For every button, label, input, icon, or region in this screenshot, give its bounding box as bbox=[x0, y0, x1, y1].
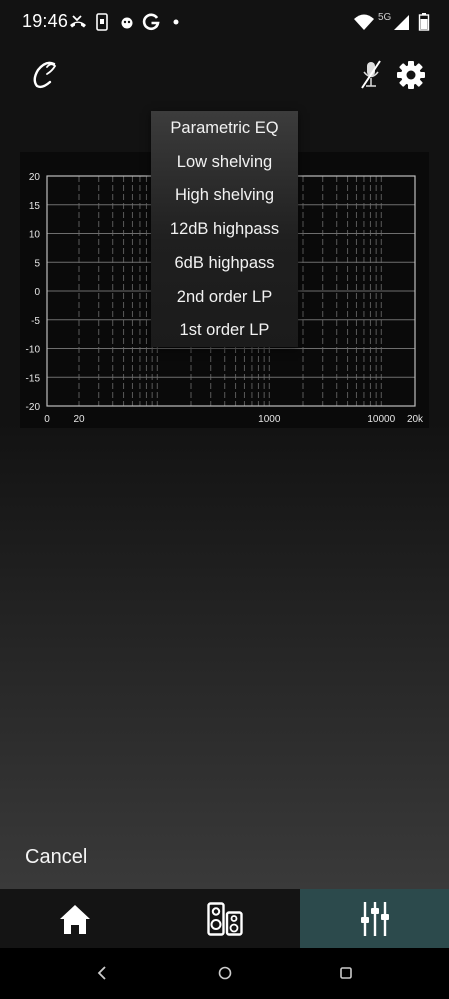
background-gradient bbox=[0, 420, 449, 890]
speakers-icon bbox=[207, 902, 243, 936]
y-tick-label: 0 bbox=[34, 287, 40, 298]
home-circle-icon[interactable] bbox=[216, 964, 234, 982]
dropdown-item-high-shelving[interactable]: High shelving bbox=[151, 178, 298, 212]
x-tick-label: 10000 bbox=[367, 414, 395, 425]
tab-speakers[interactable] bbox=[150, 889, 300, 948]
dropdown-item-2nd-order-lp[interactable]: 2nd order LP bbox=[151, 280, 298, 314]
tab-equalizer[interactable] bbox=[300, 889, 449, 948]
home-icon bbox=[60, 905, 90, 934]
y-tick-label: 20 bbox=[29, 172, 41, 183]
x-tick-label: 20 bbox=[73, 414, 85, 425]
dropdown-item-parametric-eq[interactable]: Parametric EQ bbox=[151, 111, 298, 145]
bottom-nav bbox=[0, 889, 449, 948]
dropdown-item-12db-highpass[interactable]: 12dB highpass bbox=[151, 212, 298, 246]
y-tick-label: -20 bbox=[26, 402, 41, 413]
tab-home[interactable] bbox=[0, 889, 150, 948]
filter-type-dropdown[interactable]: Parametric EQ Low shelving High shelving 12… bbox=[151, 111, 298, 347]
dropdown-item-low-shelving[interactable]: Low shelving bbox=[151, 145, 298, 179]
y-tick-label: 15 bbox=[29, 201, 41, 212]
recents-icon[interactable] bbox=[337, 964, 355, 982]
x-tick-label: 0 bbox=[44, 414, 50, 425]
dropdown-item-6db-highpass[interactable]: 6dB highpass bbox=[151, 246, 298, 280]
dropdown-item-1st-order-lp[interactable]: 1st order LP bbox=[151, 313, 298, 347]
x-tick-label: 1000 bbox=[258, 414, 281, 425]
back-icon[interactable] bbox=[95, 964, 109, 982]
y-tick-label: -15 bbox=[26, 373, 41, 384]
y-tick-label: 5 bbox=[34, 258, 40, 269]
sliders-icon bbox=[361, 902, 389, 936]
cancel-button[interactable]: Cancel bbox=[25, 846, 87, 869]
y-tick-label: 10 bbox=[29, 230, 41, 241]
y-tick-label: -10 bbox=[26, 345, 41, 356]
y-tick-label: -5 bbox=[31, 316, 40, 327]
system-nav-bar bbox=[0, 948, 449, 999]
x-tick-label: 20k bbox=[407, 414, 424, 425]
